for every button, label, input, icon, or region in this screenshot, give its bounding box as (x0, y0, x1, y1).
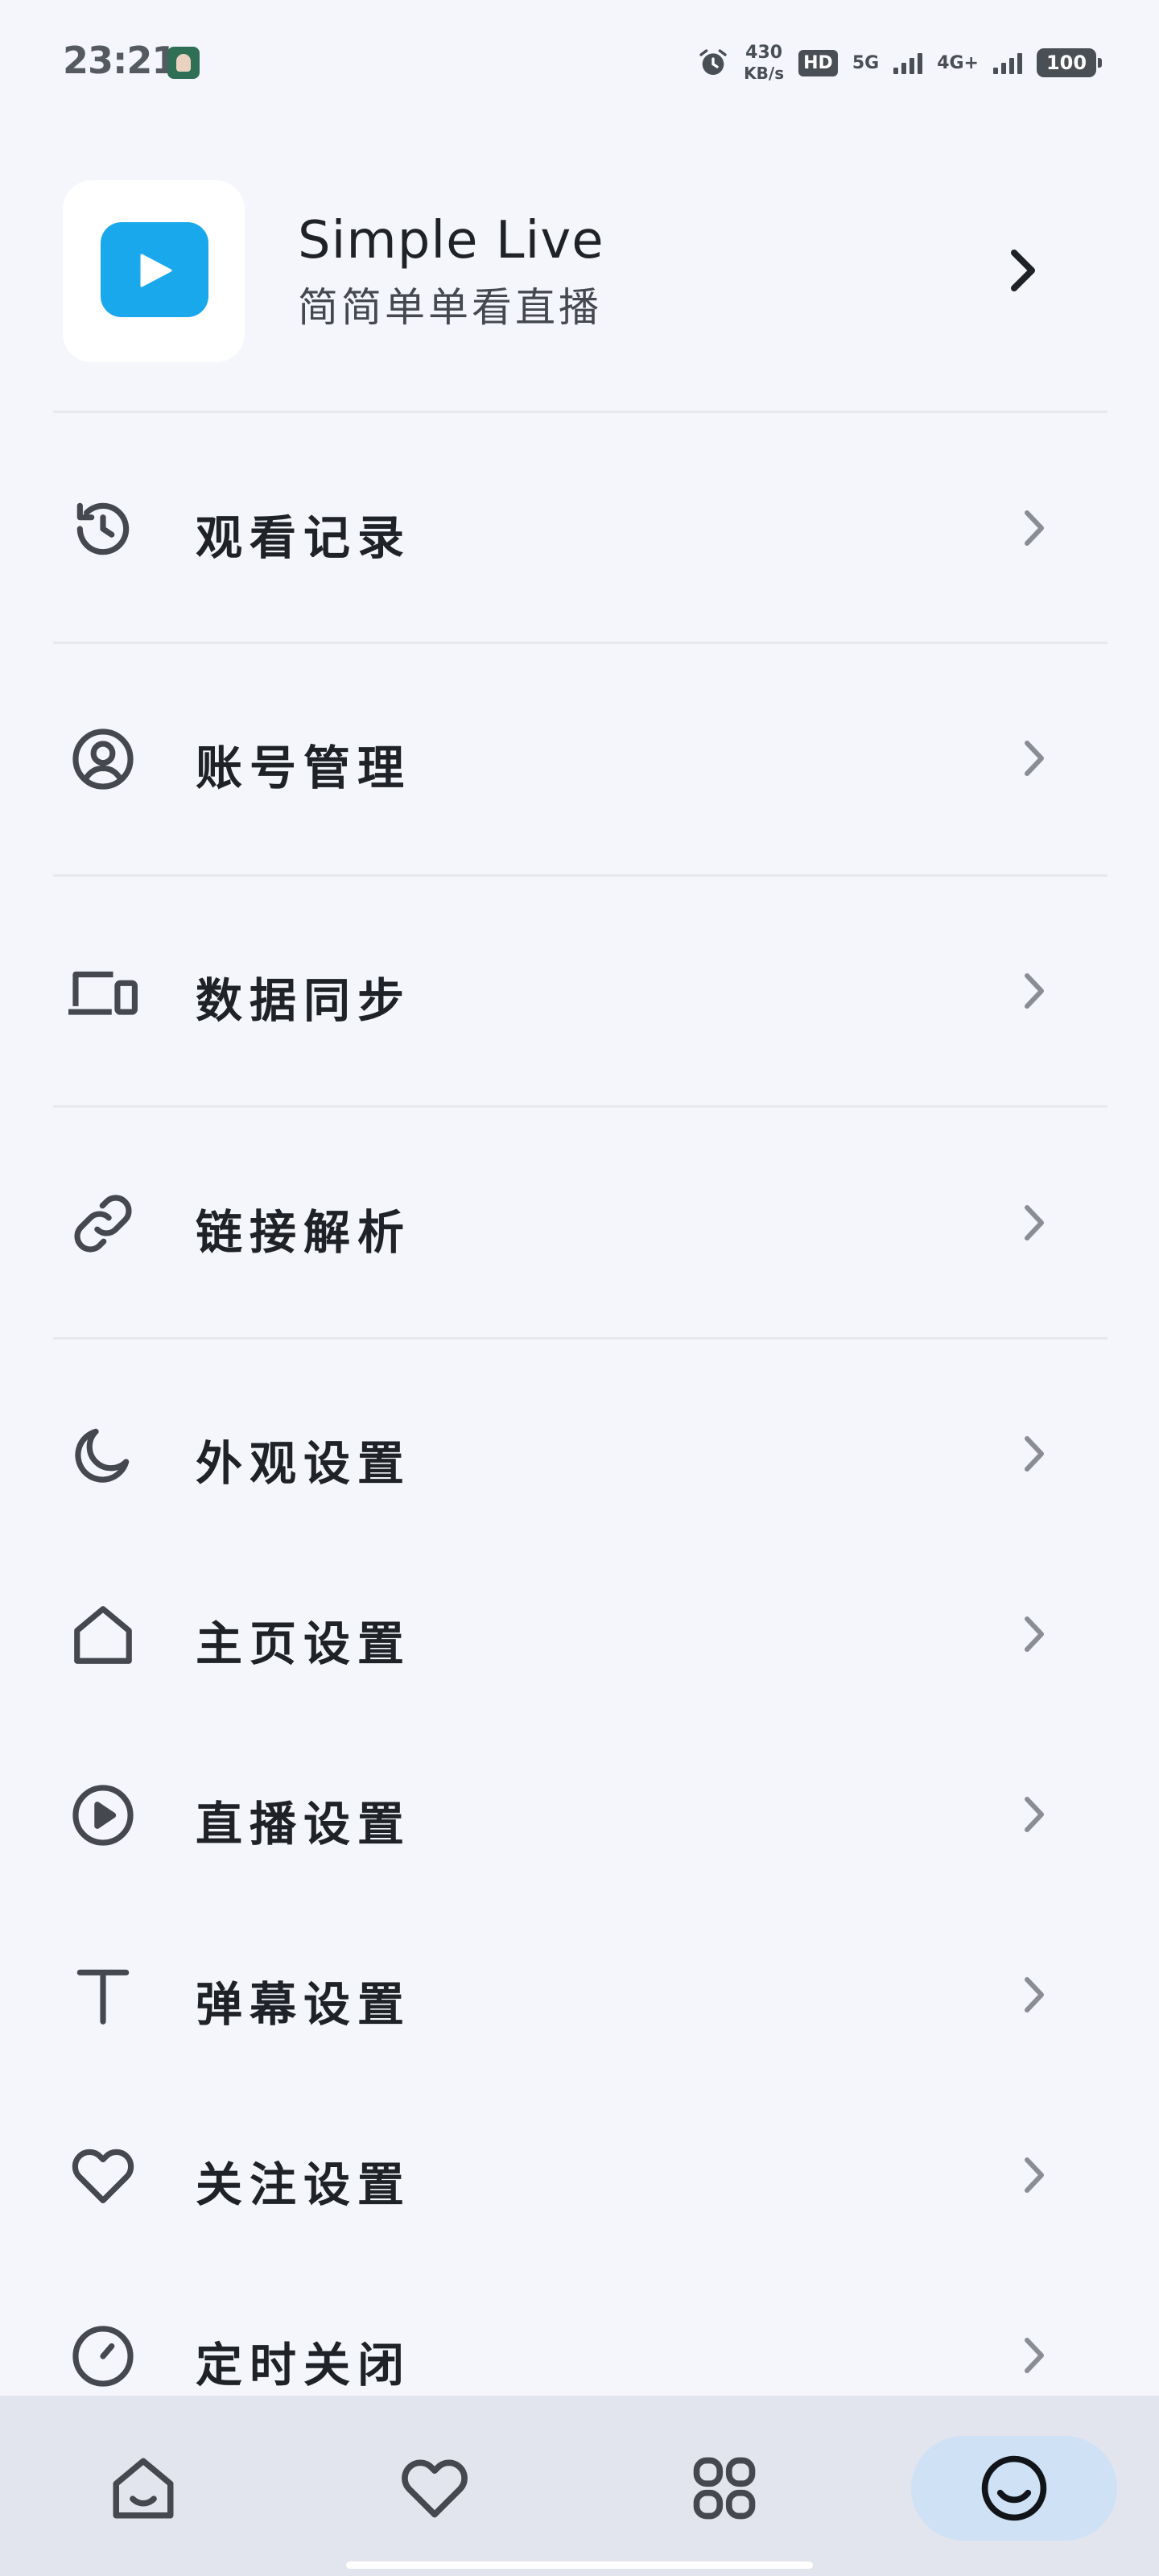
divider (53, 1105, 1107, 1108)
menu-item-data-sync[interactable]: 数据同步 (53, 952, 1106, 1032)
hd-badge: HD (798, 49, 838, 76)
status-indicators: 430 KB/s HD 5G 4G+ 100 (697, 40, 1102, 85)
bottom-navigation (0, 2396, 1159, 2576)
moon-icon (64, 1416, 142, 1493)
heart-icon (402, 2459, 468, 2518)
devices-icon (64, 953, 142, 1030)
menu-item-sleep-timer[interactable]: 定时关闭 (53, 2316, 1106, 2396)
menu-label: 关注设置 (196, 2157, 412, 2212)
chevron-right-icon (1025, 973, 1044, 1009)
chevron-right-icon (1025, 741, 1044, 776)
nav-home[interactable] (63, 2436, 224, 2541)
app-name: Simple Live (298, 211, 604, 270)
nav-mine[interactable] (911, 2436, 1117, 2541)
notification-avatar-icon (167, 47, 200, 79)
heart-icon (64, 2137, 142, 2215)
menu-label: 账号管理 (196, 741, 412, 795)
divider (53, 411, 1107, 413)
menu-item-home-settings[interactable]: 主页设置 (53, 1595, 1106, 1675)
chevron-right-icon (1025, 510, 1044, 546)
text-icon (64, 1957, 142, 2034)
menu-label: 外观设置 (196, 1436, 412, 1491)
nav-categories[interactable] (644, 2436, 805, 2541)
divider (53, 874, 1107, 877)
chevron-right-icon (1011, 250, 1035, 291)
status-bar: 23:21 430 KB/s HD 5G 4G+ 100 (0, 0, 1159, 121)
menu-label: 观看记录 (196, 510, 412, 565)
chevron-right-icon (1025, 2338, 1044, 2373)
status-time: 23:21 (63, 39, 177, 82)
menu-label: 直播设置 (196, 1797, 412, 1852)
chevron-right-icon (1025, 1436, 1044, 1472)
network-4g-label: 4G+ (937, 52, 979, 73)
menu-label: 主页设置 (196, 1616, 412, 1671)
menu-label: 弹幕设置 (196, 1977, 412, 2032)
home-smile-icon (113, 2458, 174, 2519)
history-icon (64, 490, 142, 568)
menu-item-danmaku-settings[interactable]: 弹幕设置 (53, 1955, 1106, 2036)
menu-item-appearance-settings[interactable]: 外观设置 (53, 1414, 1106, 1495)
menu-label: 链接解析 (196, 1205, 412, 1260)
smiley-icon (981, 2455, 1047, 2521)
net-speed-value: 430 (745, 43, 783, 63)
play-circle-icon (64, 1777, 142, 1854)
link-icon (64, 1185, 142, 1262)
chevron-right-icon (1025, 1797, 1044, 1832)
net-speed: 430 KB/s (744, 43, 785, 83)
battery-icon: 100 (1037, 48, 1102, 77)
nav-follow[interactable] (354, 2436, 515, 2541)
gesture-bar[interactable] (346, 2562, 813, 2569)
net-speed-unit: KB/s (744, 64, 785, 83)
network-5g-label: 5G (852, 52, 880, 73)
chevron-right-icon (1025, 2157, 1044, 2193)
grid-icon (693, 2457, 756, 2520)
menu-item-link-parse[interactable]: 链接解析 (53, 1183, 1106, 1264)
home-icon (64, 1596, 142, 1674)
divider (53, 1337, 1107, 1340)
chevron-right-icon (1025, 1977, 1044, 2013)
menu-item-follow-settings[interactable]: 关注设置 (53, 2136, 1106, 2216)
signal-icon-1 (893, 52, 923, 74)
app-subtitle: 简简单单看直播 (298, 284, 602, 331)
menu-item-watch-history[interactable]: 观看记录 (53, 489, 1106, 569)
menu-label: 数据同步 (196, 973, 412, 1028)
menu-label: 定时关闭 (196, 2338, 412, 2392)
app-info-card[interactable] (53, 177, 1106, 370)
chevron-right-icon (1025, 1205, 1044, 1241)
alarm-icon (699, 49, 727, 75)
app-logo-icon (101, 222, 208, 317)
menu-item-account-management[interactable]: 账号管理 (53, 719, 1106, 799)
chevron-right-icon (1025, 1616, 1044, 1652)
divider (53, 642, 1107, 644)
timer-icon (64, 2318, 142, 2395)
account-circle-icon (64, 720, 142, 798)
screen: 23:21 430 KB/s HD 5G 4G+ 100 Simple Live… (0, 0, 1159, 2576)
signal-icon-2 (993, 52, 1022, 74)
menu-item-live-settings[interactable]: 直播设置 (53, 1775, 1106, 1856)
